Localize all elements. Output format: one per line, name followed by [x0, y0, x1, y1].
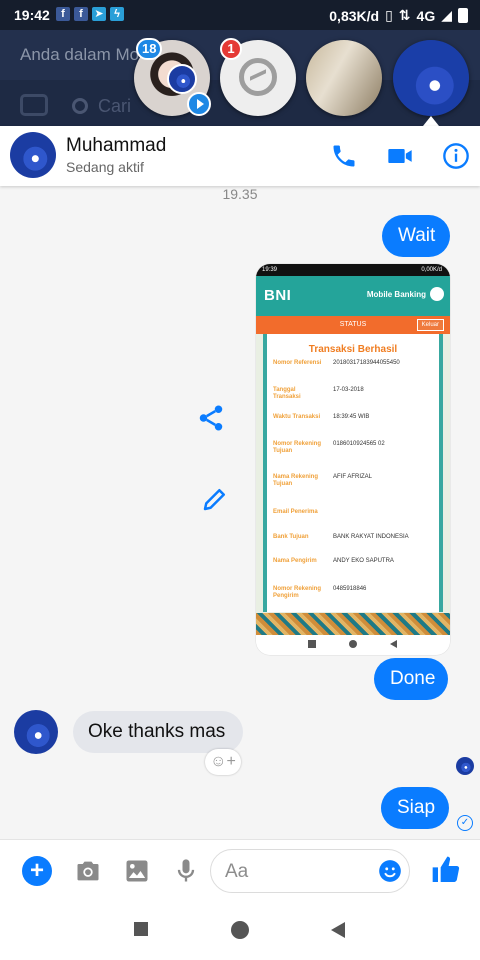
- home-button[interactable]: [231, 921, 249, 939]
- message-composer: +: [0, 839, 480, 903]
- unread-badge: 1: [220, 38, 242, 60]
- vibrate-icon: ▯: [385, 7, 393, 23]
- back-button[interactable]: [331, 922, 345, 938]
- receipt-value: 17-03-2018: [333, 387, 364, 393]
- seen-avatar: [456, 757, 474, 775]
- receipt-key: Nomor Referensi: [273, 360, 322, 366]
- network-speed: 0,83K/d: [329, 7, 380, 24]
- receipt-value: 20180317183944055450: [333, 360, 400, 366]
- home-icon: [430, 287, 444, 301]
- messenger-icon: [239, 58, 277, 96]
- emoji-icon[interactable]: [377, 858, 403, 884]
- contact-status: Sedang aktif: [66, 159, 144, 175]
- status-tab-bar: STATUS Keluar: [256, 316, 450, 334]
- thumbs-up-icon[interactable]: [430, 854, 462, 886]
- message-incoming[interactable]: Oke thanks mas: [73, 711, 243, 753]
- receipt-value: 18:39:45 WIB: [333, 414, 370, 420]
- receipt-card: Transaksi Berhasil Nomor Referensi 201803…: [263, 334, 443, 612]
- receipt-value: 0186010924565 02: [333, 441, 385, 447]
- receipt-key: Nama Rekening Tujuan: [273, 474, 319, 487]
- bni-logo: BNI: [264, 287, 292, 304]
- contact-avatar[interactable]: [10, 132, 56, 178]
- message-input[interactable]: [225, 860, 365, 884]
- sender-avatar[interactable]: [14, 710, 58, 754]
- status-tab: STATUS: [339, 321, 367, 328]
- data-arrows-icon: ⇅: [398, 7, 411, 23]
- message-outgoing[interactable]: Wait: [382, 215, 450, 257]
- edit-icon[interactable]: [200, 484, 230, 514]
- facebook-icon: f: [74, 7, 88, 21]
- message-timestamp: 19.35: [222, 186, 258, 202]
- add-icon[interactable]: +: [22, 856, 52, 886]
- battery-icon: [458, 8, 468, 23]
- background-search: Cari: [72, 96, 131, 117]
- camera-icon: [20, 94, 48, 116]
- receipt-value: AFIF AFRIZAL: [333, 474, 373, 480]
- message-outgoing[interactable]: Done: [374, 658, 448, 700]
- home-button-icon: [349, 640, 357, 648]
- share-icon[interactable]: [196, 403, 226, 433]
- video-call-icon[interactable]: [386, 142, 414, 170]
- status-bar: 19:42 f f ➤ ϟ 0,83K/d ▯ ⇅ 4G ◢: [0, 0, 480, 30]
- shot-nav-bar: [256, 635, 450, 655]
- recent-apps-button[interactable]: [134, 922, 148, 936]
- shot-status-time: 19:39: [262, 267, 278, 273]
- shared-screenshot[interactable]: 19:39 0,00K/d BNI Mobile Banking STATUS …: [256, 264, 450, 655]
- receipt-key: Tanggal Transaksi: [273, 387, 301, 400]
- receipt-key: Bank Tujuan: [273, 534, 309, 540]
- camera-icon[interactable]: [74, 857, 102, 885]
- status-indicators: 0,83K/d ▯ ⇅ 4G ◢: [329, 7, 468, 24]
- search-icon: [72, 98, 88, 114]
- shot-status-bar: 19:39 0,00K/d: [256, 264, 450, 276]
- chat-header: Muhammad Sedang aktif: [0, 126, 480, 186]
- facebook-icon: f: [56, 7, 70, 21]
- receipt-body: Transaksi Berhasil Nomor Referensi 201803…: [256, 334, 450, 635]
- bni-header: BNI Mobile Banking: [256, 276, 450, 316]
- batik-pattern: [256, 613, 450, 635]
- phone-icon[interactable]: [330, 142, 358, 170]
- add-reaction-icon[interactable]: ☺+: [205, 749, 241, 775]
- notification-icons: f f ➤ ϟ: [56, 7, 124, 21]
- shot-status-speed: 0,00K/d: [421, 267, 442, 273]
- signal-icon: ◢: [441, 7, 452, 23]
- message-outgoing[interactable]: Siap: [381, 787, 449, 829]
- microphone-icon[interactable]: [172, 857, 200, 885]
- delivered-check-icon: ✓: [457, 815, 473, 831]
- receipt-title: Transaksi Berhasil: [308, 344, 398, 355]
- active-head-pointer: [423, 116, 439, 126]
- recent-apps-icon: [308, 640, 316, 648]
- network-type: 4G: [416, 7, 436, 24]
- chat-head-group[interactable]: [306, 40, 382, 116]
- info-icon[interactable]: [442, 142, 470, 170]
- chat-head-active[interactable]: [393, 40, 469, 116]
- status-time: 19:42: [14, 7, 50, 23]
- receipt-key: Email Penerima: [273, 509, 318, 515]
- background-search-text: Cari: [98, 96, 132, 116]
- receipt-key: Nomor Rekening Pengirim: [273, 586, 322, 599]
- system-nav-bar: [0, 903, 480, 960]
- receipt-value: 0485918846: [333, 586, 367, 592]
- exit-button: Keluar: [416, 319, 444, 331]
- app-title: Mobile Banking: [366, 290, 426, 299]
- receipt-key: Waktu Transaksi: [273, 414, 321, 420]
- play-icon: [187, 92, 211, 116]
- receipt-key: Nomor Rekening Tujuan: [273, 441, 322, 454]
- telegram-icon: ➤: [92, 7, 106, 21]
- message-input-container: [210, 849, 410, 893]
- contact-name[interactable]: Muhammad: [66, 135, 166, 157]
- receipt-key: Nama Pengirim: [273, 558, 317, 564]
- receipt-value: BANK RAKYAT INDONESIA: [333, 534, 409, 540]
- receipt-value: ANDY EKO SAPUTRA: [333, 558, 394, 564]
- background-banner-text: Anda dalam Mo: [20, 45, 140, 64]
- gallery-icon[interactable]: [123, 857, 151, 885]
- messenger-icon: ϟ: [110, 7, 124, 21]
- seen-avatar: [167, 64, 197, 94]
- back-icon: [390, 640, 397, 648]
- unread-badge: 18: [136, 38, 163, 60]
